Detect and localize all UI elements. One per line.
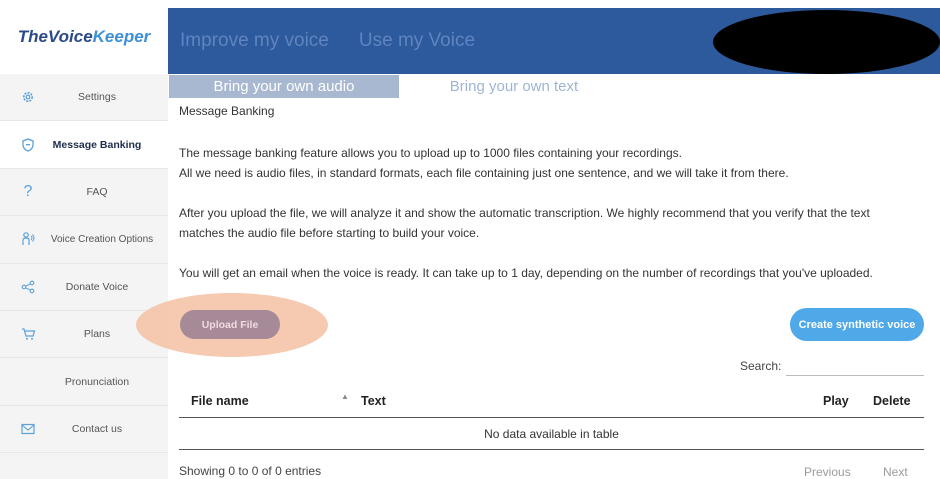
- column-play[interactable]: Play: [823, 394, 849, 408]
- logo[interactable]: TheVoice Keeper: [0, 0, 168, 74]
- tab-bring-your-own-audio[interactable]: Bring your own audio: [169, 75, 399, 98]
- email-notice: You will get an email when the voice is …: [179, 266, 873, 280]
- column-delete[interactable]: Delete: [873, 394, 911, 408]
- logo-part-2: Keeper: [92, 27, 151, 46]
- sidebar: TheVoice Keeper Settings Message Banking …: [0, 0, 168, 479]
- top-header: Improve my voice Use my Voice: [168, 8, 940, 74]
- sidebar-item-message-banking[interactable]: Message Banking: [0, 121, 168, 169]
- sidebar-item-label: Pronunciation: [64, 375, 130, 388]
- search-input[interactable]: [786, 354, 924, 376]
- intro-line-2: All we need is audio files, in standard …: [179, 166, 789, 180]
- sidebar-nav: Settings Message Banking ? FAQ Voice Cre…: [0, 74, 168, 454]
- table-header: File name ▲ Text Play Delete: [179, 384, 924, 418]
- analysis-line-2: matches the audio file before starting t…: [179, 226, 480, 240]
- column-file-name[interactable]: File name: [191, 394, 249, 408]
- sidebar-item-voice-creation-options[interactable]: Voice Creation Options: [0, 216, 168, 264]
- sidebar-item-settings[interactable]: Settings: [0, 74, 168, 122]
- share-icon: [18, 277, 38, 297]
- column-text[interactable]: Text: [361, 394, 386, 408]
- page-title: Message Banking: [179, 104, 275, 118]
- mail-icon: [18, 419, 38, 439]
- pagination-previous[interactable]: Previous: [804, 465, 851, 479]
- nav-improve-my-voice[interactable]: Improve my voice: [180, 30, 329, 52]
- create-synthetic-voice-button[interactable]: Create synthetic voice: [790, 308, 924, 341]
- sidebar-item-contact-us[interactable]: Contact us: [0, 406, 168, 454]
- tab-bring-your-own-text[interactable]: Bring your own text: [399, 75, 629, 98]
- empty-table-row: No data available in table: [179, 418, 924, 450]
- search-label: Search:: [740, 359, 782, 373]
- cart-icon: [18, 324, 38, 344]
- pagination-next[interactable]: Next: [883, 465, 908, 479]
- gear-icon: [18, 87, 38, 107]
- intro-paragraph: The message banking feature allows you t…: [179, 143, 924, 183]
- intro-line-1: The message banking feature allows you t…: [179, 146, 682, 160]
- upload-file-button[interactable]: Upload File: [180, 310, 280, 339]
- sidebar-item-faq[interactable]: ? FAQ: [0, 169, 168, 217]
- sidebar-item-donate-voice[interactable]: Donate Voice: [0, 264, 168, 311]
- redacted-user-area: [713, 10, 940, 74]
- analysis-line-1: After you upload the file, we will analy…: [179, 206, 870, 220]
- analysis-paragraph: After you upload the file, we will analy…: [179, 203, 924, 243]
- recordings-table: File name ▲ Text Play Delete No data ava…: [179, 384, 924, 450]
- nav-use-my-voice[interactable]: Use my Voice: [359, 30, 475, 52]
- logo-part-1: TheVoice: [17, 27, 93, 46]
- main-content: Message Banking: [179, 104, 929, 118]
- sort-asc-icon[interactable]: ▲: [341, 392, 349, 401]
- header-nav: Improve my voice Use my Voice: [180, 8, 475, 74]
- entries-info: Showing 0 to 0 of 0 entries: [179, 464, 322, 478]
- sidebar-item-pronunciation[interactable]: Pronunciation: [0, 358, 168, 406]
- person-voice-icon: [18, 229, 38, 249]
- question-icon: ?: [23, 182, 33, 200]
- shield-icon: [18, 135, 38, 155]
